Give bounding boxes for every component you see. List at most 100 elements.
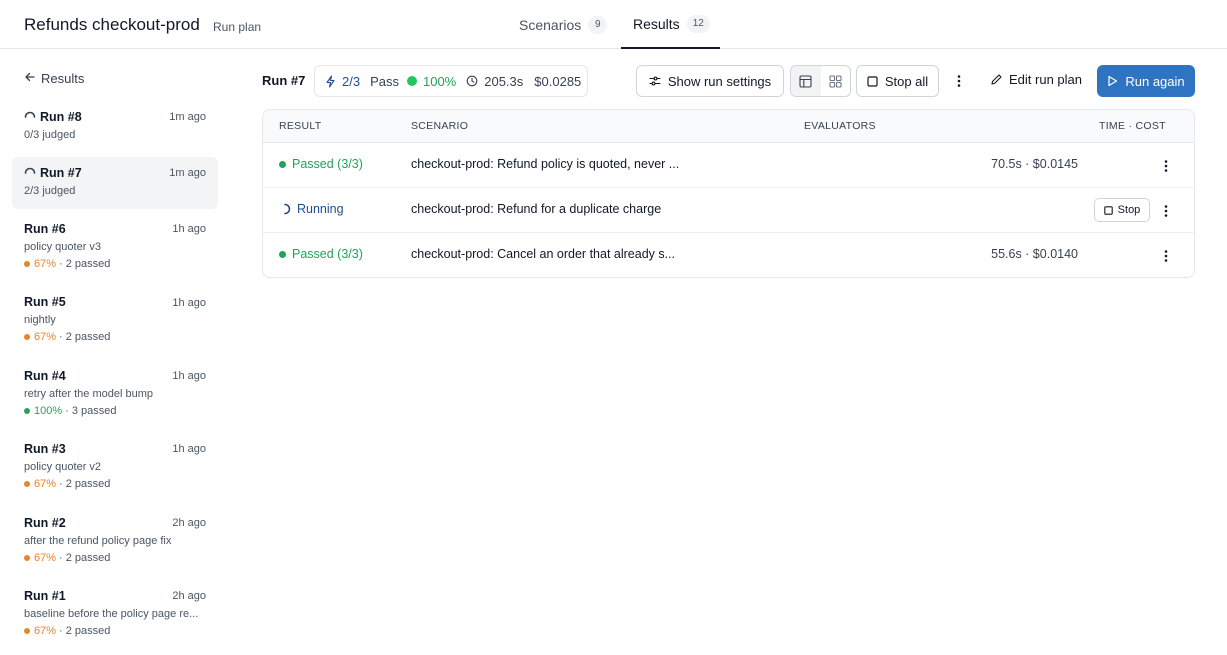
grid-view-button[interactable] bbox=[821, 66, 851, 96]
run-time: 1h ago bbox=[172, 297, 206, 309]
run-score: 67% · 2 passed bbox=[24, 478, 110, 490]
run-title: Run #1 bbox=[24, 589, 66, 603]
table-row[interactable]: Passed (3/3) checkout-prod: Cancel an or… bbox=[263, 233, 1194, 277]
kebab-menu-icon bbox=[1164, 205, 1168, 217]
row-menu-button[interactable] bbox=[1156, 155, 1176, 177]
tab-scenarios[interactable]: Scenarios 9 bbox=[519, 0, 608, 49]
more-options-button[interactable] bbox=[950, 70, 968, 92]
time-cost-cell: 55.6s · $0.0140 bbox=[991, 247, 1078, 261]
back-to-results-link[interactable]: Results bbox=[24, 71, 84, 86]
table-row[interactable]: Passed (3/3) checkout-prod: Refund polic… bbox=[263, 143, 1194, 188]
passed-status-dot bbox=[279, 160, 286, 168]
status-dot bbox=[24, 628, 30, 634]
run-title-row: Run #7 bbox=[24, 166, 82, 180]
arrow-left-icon bbox=[24, 71, 36, 86]
tab-count-badge: 9 bbox=[588, 15, 608, 34]
column-header-result: RESULT bbox=[279, 120, 322, 132]
table-icon bbox=[799, 74, 812, 88]
run-title: Run #5 bbox=[24, 295, 66, 309]
passed-count: · 2 passed bbox=[59, 331, 111, 343]
button-label: Stop all bbox=[884, 73, 929, 89]
back-label: Results bbox=[41, 71, 85, 86]
run-list-item[interactable]: Run #4 1h ago retry after the model bump… bbox=[12, 369, 218, 421]
edit-run-plan-button[interactable]: Edit run plan bbox=[990, 72, 1082, 87]
result-label: Passed (3/3) bbox=[292, 247, 363, 261]
run-time: 1h ago bbox=[172, 223, 206, 235]
loading-spinner-icon bbox=[24, 111, 36, 118]
run-title: Run #6 bbox=[24, 222, 66, 236]
run-list-item[interactable]: Run #5 1h ago nightly 67% · 2 passed bbox=[12, 295, 218, 347]
run-cost: $0.0285 bbox=[534, 73, 582, 89]
pass-percent: 67% bbox=[34, 258, 57, 270]
sliders-icon bbox=[649, 76, 661, 86]
pass-percent: 67% bbox=[34, 478, 57, 490]
clock-icon bbox=[466, 75, 478, 87]
page-title: Refunds checkout-prod bbox=[24, 15, 200, 34]
run-score: 100% · 3 passed bbox=[24, 405, 117, 417]
time-cost-cell: 70.5s · $0.0145 bbox=[991, 157, 1078, 171]
passed-status-dot bbox=[279, 250, 286, 258]
tab-results[interactable]: Results 12 bbox=[621, 0, 720, 49]
scenario-cell: checkout-prod: Refund policy is quoted, … bbox=[411, 157, 680, 171]
run-title-row: Run #8 bbox=[24, 110, 82, 124]
run-subtitle: 2/3 judged bbox=[24, 185, 76, 197]
result-cell: Running bbox=[279, 202, 344, 216]
button-label: Edit run plan bbox=[1009, 72, 1082, 87]
result-cell: Passed (3/3) bbox=[279, 247, 363, 261]
result-cell: Passed (3/3) bbox=[279, 157, 363, 171]
run-list-item[interactable]: Run #1 2h ago baseline before the policy… bbox=[12, 589, 218, 641]
column-header-time-cost: TIME · COST bbox=[1099, 120, 1166, 132]
status-dot bbox=[24, 261, 30, 267]
stop-square-icon bbox=[867, 75, 878, 87]
column-header-evaluators: EVALUATORS bbox=[804, 120, 876, 132]
judged-count: 2/3 bbox=[342, 73, 361, 89]
run-score: 67% · 2 passed bbox=[24, 625, 110, 637]
run-score: 67% · 2 passed bbox=[24, 552, 110, 564]
button-label: Show run settings bbox=[667, 73, 772, 89]
table-row[interactable]: Running checkout-prod: Refund for a dupl… bbox=[263, 188, 1194, 233]
run-list-item[interactable]: Run #8 1m ago 0/3 judged bbox=[12, 110, 218, 154]
scenario-cell: checkout-prod: Cancel an order that alre… bbox=[411, 247, 676, 261]
table-view-button[interactable] bbox=[791, 66, 821, 96]
button-label: Stop bbox=[1117, 204, 1141, 216]
run-subtitle: baseline before the policy page re... bbox=[24, 608, 199, 620]
stop-all-button[interactable]: Stop all bbox=[856, 65, 939, 97]
row-menu-button[interactable] bbox=[1156, 200, 1176, 222]
run-stats-summary: 2/3 Pass 100% 205.3s $0.0285 bbox=[314, 65, 588, 97]
run-title: Run #4 bbox=[24, 369, 66, 383]
stop-row-button[interactable]: Stop bbox=[1094, 198, 1150, 222]
stop-square-icon bbox=[1103, 205, 1113, 215]
show-run-settings-button[interactable]: Show run settings bbox=[636, 65, 784, 97]
pass-label: Pass bbox=[370, 73, 399, 89]
passed-count: · 2 passed bbox=[59, 552, 111, 564]
result-label: Running bbox=[297, 202, 344, 216]
results-table: RESULT SCENARIO EVALUATORS TIME · COST P… bbox=[262, 109, 1195, 278]
pass-percent: 67% bbox=[34, 552, 57, 564]
run-subtitle: 0/3 judged bbox=[24, 129, 76, 141]
kebab-menu-icon bbox=[957, 75, 961, 87]
run-again-button[interactable]: Run again bbox=[1097, 65, 1195, 97]
run-time: 2h ago bbox=[172, 517, 206, 529]
run-duration: 205.3s bbox=[484, 73, 524, 89]
view-toggle bbox=[790, 65, 851, 97]
pass-percent: 100% bbox=[34, 405, 63, 417]
passed-count: · 2 passed bbox=[59, 478, 111, 490]
tab-label: Scenarios bbox=[519, 16, 582, 33]
run-list-item-selected[interactable]: Run #7 1m ago 2/3 judged bbox=[12, 157, 218, 209]
row-menu-button[interactable] bbox=[1156, 245, 1176, 267]
passed-count: · 3 passed bbox=[65, 405, 117, 417]
play-icon bbox=[1108, 75, 1118, 87]
pass-percent: 100% bbox=[422, 73, 457, 89]
run-list-item[interactable]: Run #6 1h ago policy quoter v3 67% · 2 p… bbox=[12, 222, 218, 274]
run-subtitle: policy quoter v2 bbox=[24, 461, 102, 473]
kebab-menu-icon bbox=[1164, 250, 1168, 262]
run-list-item[interactable]: Run #3 1h ago policy quoter v2 67% · 2 p… bbox=[12, 442, 218, 494]
grid-icon bbox=[829, 74, 842, 88]
status-dot bbox=[24, 334, 30, 340]
run-list-item[interactable]: Run #2 2h ago after the refund policy pa… bbox=[12, 516, 218, 568]
run-subtitle: retry after the model bump bbox=[24, 388, 154, 400]
lightning-icon bbox=[326, 74, 335, 88]
run-subtitle: after the refund policy page fix bbox=[24, 535, 172, 547]
run-time: 1m ago bbox=[169, 167, 206, 179]
run-title: Run #3 bbox=[24, 442, 66, 456]
